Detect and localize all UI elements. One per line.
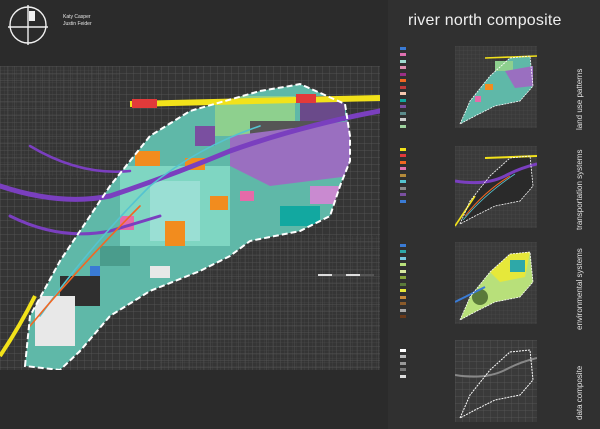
legend-swatch xyxy=(400,180,406,184)
street-grid-north xyxy=(0,66,120,176)
description-text xyxy=(245,311,377,312)
legend-swatch xyxy=(400,53,406,57)
data-composite-thumbnail xyxy=(455,340,537,422)
road-segment-red xyxy=(132,99,157,108)
legend-swatch xyxy=(400,79,406,83)
legend-swatch xyxy=(400,368,406,372)
environmental-legend xyxy=(400,242,409,320)
legend-item xyxy=(400,198,409,205)
legend-swatch xyxy=(400,256,406,260)
page-title: river north composite xyxy=(408,12,562,29)
legend-swatch xyxy=(400,361,406,365)
legend-swatch xyxy=(400,124,406,128)
legend-swatch xyxy=(400,72,406,76)
legend-swatch xyxy=(400,263,406,267)
legend-swatch xyxy=(400,105,406,109)
land-use-legend xyxy=(400,45,409,130)
section-label-land-use: land use patterns xyxy=(575,68,584,130)
legend-item xyxy=(400,314,409,321)
legend-swatch xyxy=(400,147,406,151)
authors: Katy Casper Justin Feider xyxy=(63,14,92,28)
legend-item xyxy=(400,123,409,130)
legend-swatch xyxy=(400,173,406,177)
legend-swatch xyxy=(400,85,406,89)
legend-swatch xyxy=(400,374,406,378)
section-label-environmental: environmental systems xyxy=(575,248,584,330)
legend-swatch xyxy=(400,308,406,312)
legend-swatch xyxy=(400,348,406,352)
legend-swatch xyxy=(400,302,406,306)
legend-swatch xyxy=(400,111,406,115)
data-composite-legend xyxy=(400,347,409,380)
legend-swatch xyxy=(400,276,406,280)
legend-swatch xyxy=(400,243,406,247)
legend-swatch xyxy=(400,59,406,63)
legend-swatch xyxy=(400,199,406,203)
legend-swatch xyxy=(400,92,406,96)
legend-swatch xyxy=(400,269,406,273)
section-label-transportation: transportation systems xyxy=(575,149,584,230)
main-composite-map xyxy=(0,66,380,370)
environmental-thumbnail xyxy=(455,242,537,324)
land-use-thumbnail xyxy=(455,46,537,128)
author-1: Katy Casper xyxy=(63,14,91,20)
legend-swatch xyxy=(400,167,406,171)
road-segment-red-east xyxy=(296,94,316,103)
legend-swatch xyxy=(400,250,406,254)
scale-bar xyxy=(318,274,374,276)
legend-swatch xyxy=(400,355,406,359)
legend-swatch xyxy=(400,282,406,286)
legend-swatch xyxy=(400,160,406,164)
compass-logo xyxy=(8,5,48,45)
legend-swatch xyxy=(400,66,406,70)
legend-swatch xyxy=(400,289,406,293)
author-2: Justin Feider xyxy=(63,21,92,27)
legend-swatch xyxy=(400,118,406,122)
legend-swatch xyxy=(400,46,406,50)
legend-swatch xyxy=(400,186,406,190)
legend-swatch xyxy=(400,154,406,158)
legend-item xyxy=(400,373,409,380)
legend-swatch xyxy=(400,295,406,299)
legend-swatch xyxy=(400,315,406,319)
legend-swatch xyxy=(400,193,406,197)
section-label-data-composite: data composite xyxy=(575,365,584,420)
transportation-legend xyxy=(400,146,409,205)
transportation-thumbnail xyxy=(455,146,537,228)
legend-swatch xyxy=(400,98,406,102)
